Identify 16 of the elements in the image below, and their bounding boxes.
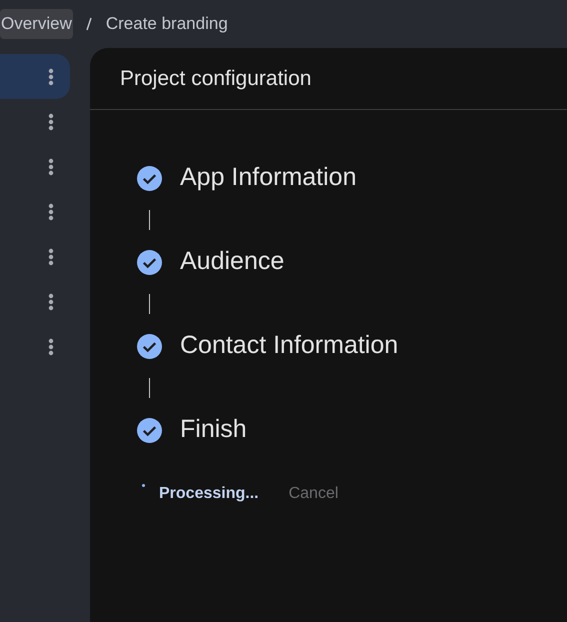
step-label: Finish [180, 414, 247, 446]
processing-status: Processing... [159, 484, 259, 504]
more-icon[interactable] [48, 338, 54, 356]
panel-title: Project configuration [120, 66, 312, 92]
more-icon[interactable] [48, 68, 54, 86]
step-label: App Information [180, 162, 356, 194]
more-icon[interactable] [48, 292, 54, 310]
step-label: Contact Information [180, 330, 398, 362]
more-icon[interactable] [48, 202, 54, 220]
more-icon[interactable] [48, 112, 54, 130]
breadcrumb-link[interactable]: Create branding [104, 9, 229, 39]
more-icon[interactable] [48, 158, 54, 176]
breadcrumb-link[interactable]: Overview [0, 9, 73, 39]
step-label: Audience [180, 246, 284, 278]
spinner-icon [142, 484, 145, 487]
more-icon[interactable] [48, 248, 54, 266]
